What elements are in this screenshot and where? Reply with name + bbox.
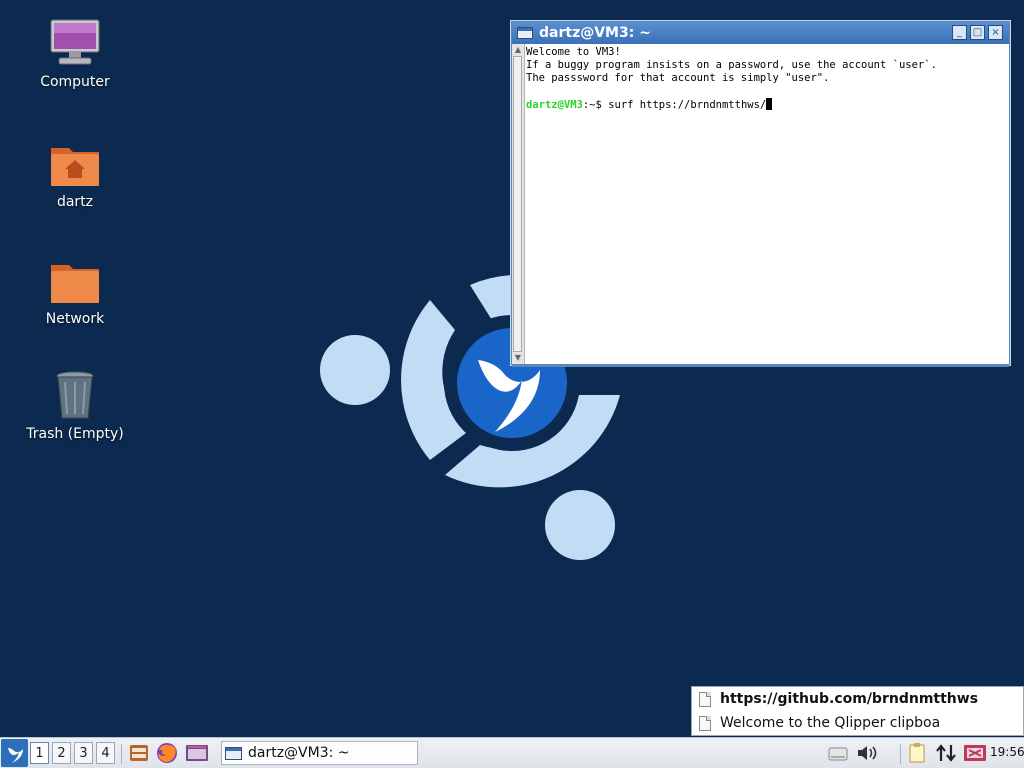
workspace-3-button[interactable]: 3 (74, 742, 93, 764)
window-bottom-border (512, 364, 1009, 367)
desktop-icon-label: Network (45, 311, 105, 327)
clipboard-item[interactable]: https://github.com/brndnmtthws (692, 687, 1023, 711)
start-menu-button[interactable] (1, 739, 28, 767)
desktop-icon-trash[interactable]: Trash (Empty) (15, 370, 135, 442)
workspace-1-button[interactable]: 1 (30, 742, 49, 764)
home-folder-icon (51, 148, 99, 186)
terminal-line: Welcome to VM3! (526, 46, 621, 58)
clipboard-icon[interactable] (906, 742, 928, 764)
trash-icon (56, 371, 94, 419)
clock[interactable]: 19:56 (990, 745, 1024, 759)
network-folder-icon (51, 265, 99, 303)
clipboard-item-text: Welcome to the Qlipper clipboa (720, 715, 941, 731)
taskbar-separator (900, 744, 901, 764)
power-manager-icon[interactable] (963, 743, 987, 763)
terminal-line: The passsword for that account is simply… (526, 72, 830, 84)
monitor-icon (50, 19, 100, 65)
maximize-button[interactable]: □ (970, 25, 985, 40)
terminal-body[interactable]: ▲ ▼ Welcome to VM3! If a buggy program i… (512, 44, 1009, 364)
network-transfer-icon[interactable] (935, 743, 957, 763)
desktop-icon-label: Trash (Empty) (26, 426, 124, 442)
workspace-4-button[interactable]: 4 (96, 742, 115, 764)
text-cursor (766, 98, 773, 110)
terminal-output[interactable]: Welcome to VM3! If a buggy program insis… (526, 46, 1005, 112)
scroll-up-icon[interactable]: ▲ (513, 45, 523, 55)
desktop-icon-computer[interactable]: Computer (15, 18, 135, 90)
window-title: dartz@VM3: ~ (539, 25, 651, 41)
document-icon (699, 691, 711, 707)
volume-icon[interactable] (856, 744, 878, 762)
scrollbar-thumb[interactable] (513, 56, 522, 352)
terminal-scrollbar[interactable]: ▲ ▼ (512, 44, 525, 364)
desktop-icon-label: dartz (56, 194, 94, 210)
desktop-icon-home[interactable]: dartz (15, 138, 135, 210)
file-manager-icon[interactable] (128, 743, 150, 763)
taskbar-window-label: dartz@VM3: ~ (248, 745, 350, 761)
terminal-window-icon (225, 746, 242, 760)
typed-command: surf https://brndnmtthws/ (608, 99, 767, 111)
removable-drive-icon[interactable] (828, 744, 848, 762)
clipboard-item[interactable]: Welcome to the Qlipper clipboa (692, 711, 1023, 735)
screenshot-tool-icon[interactable] (185, 743, 209, 763)
minimize-button[interactable]: _ (952, 25, 967, 40)
scroll-down-icon[interactable]: ▼ (513, 353, 523, 363)
workspace-2-button[interactable]: 2 (52, 742, 71, 764)
terminal-window[interactable]: dartz@VM3: ~ _ □ × ▲ ▼ Welcome to VM3! I… (511, 21, 1010, 367)
taskbar: 1 2 3 4 dartz@VM3: ~ 19:56 (0, 737, 1024, 768)
taskbar-window-button[interactable]: dartz@VM3: ~ (221, 741, 418, 765)
terminal-line: If a buggy program insists on a password… (526, 59, 937, 71)
desktop-icon-label: Computer (40, 74, 110, 90)
document-icon (699, 715, 711, 731)
taskbar-separator (121, 744, 122, 764)
firefox-icon[interactable] (156, 742, 178, 764)
close-button[interactable]: × (988, 25, 1003, 40)
clipboard-item-text: https://github.com/brndnmtthws (720, 691, 979, 707)
prompt-path: :~$ (582, 99, 609, 111)
desktop-icon-network[interactable]: Network (15, 255, 135, 327)
window-titlebar[interactable]: dartz@VM3: ~ _ □ × (512, 22, 1009, 44)
clipboard-menu[interactable]: https://github.com/brndnmtthws Welcome t… (691, 686, 1024, 736)
terminal-window-icon (517, 27, 533, 39)
prompt-user: dartz@VM3 (526, 99, 583, 111)
